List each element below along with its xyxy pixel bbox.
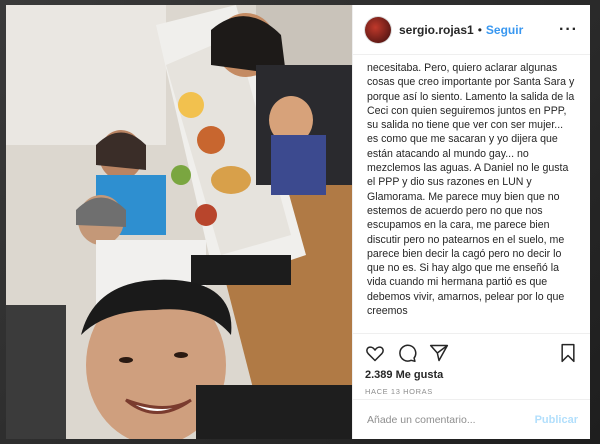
likes-count[interactable]: 2.389 Me gusta — [365, 369, 578, 381]
caption-text: necesitaba. Pero, quiero aclarar algunas… — [367, 62, 575, 318]
publish-button[interactable]: Publicar — [535, 414, 578, 426]
share-icon[interactable] — [429, 343, 449, 363]
username-link[interactable]: sergio.rojas1 — [399, 23, 474, 37]
post-photo — [6, 5, 352, 439]
follow-button[interactable]: Seguir — [486, 23, 523, 37]
comment-input[interactable] — [365, 412, 535, 427]
more-options-icon[interactable]: ··· — [559, 21, 578, 39]
separator-dot: • — [477, 22, 482, 37]
comment-icon[interactable] — [397, 343, 417, 363]
instagram-post: sergio.rojas1 • Seguir ··· necesitaba. P… — [6, 5, 590, 439]
post-side-panel: sergio.rojas1 • Seguir ··· necesitaba. P… — [352, 5, 590, 439]
avatar[interactable] — [365, 16, 391, 43]
post-timestamp[interactable]: HACE 13 HORAS — [365, 387, 578, 396]
bookmark-icon[interactable] — [558, 343, 578, 363]
caption-area: necesitaba. Pero, quiero aclarar algunas… — [353, 55, 590, 333]
comment-bar: Publicar — [353, 399, 590, 439]
post-header: sergio.rojas1 • Seguir ··· — [353, 5, 590, 55]
action-icons — [365, 342, 578, 364]
post-actions: 2.389 Me gusta HACE 13 HORAS — [353, 333, 590, 399]
heart-icon[interactable] — [365, 343, 385, 363]
